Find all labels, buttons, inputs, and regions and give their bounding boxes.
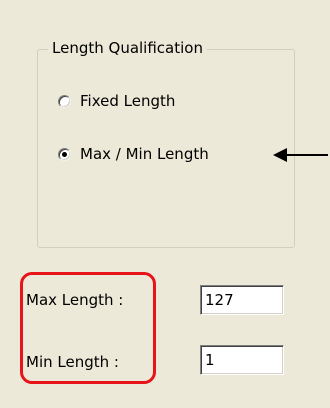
max-length-input[interactable] bbox=[200, 285, 284, 315]
length-qualification-title: Length Qualification bbox=[48, 38, 207, 58]
max-length-label: Max Length : bbox=[26, 291, 124, 309]
radio-dot-icon bbox=[62, 151, 67, 157]
max-min-length-radio[interactable]: Max / Min Length bbox=[58, 143, 209, 165]
radio-unchecked-icon[interactable] bbox=[58, 94, 71, 108]
min-length-input[interactable] bbox=[200, 345, 284, 375]
fixed-length-radio[interactable]: Fixed Length bbox=[58, 90, 175, 112]
annotation-arrow-icon bbox=[273, 148, 328, 162]
min-length-label: Min Length : bbox=[26, 353, 119, 371]
radio-checked-icon[interactable] bbox=[58, 147, 71, 161]
fixed-length-label[interactable]: Fixed Length bbox=[80, 91, 175, 111]
max-min-length-label[interactable]: Max / Min Length bbox=[80, 144, 209, 164]
